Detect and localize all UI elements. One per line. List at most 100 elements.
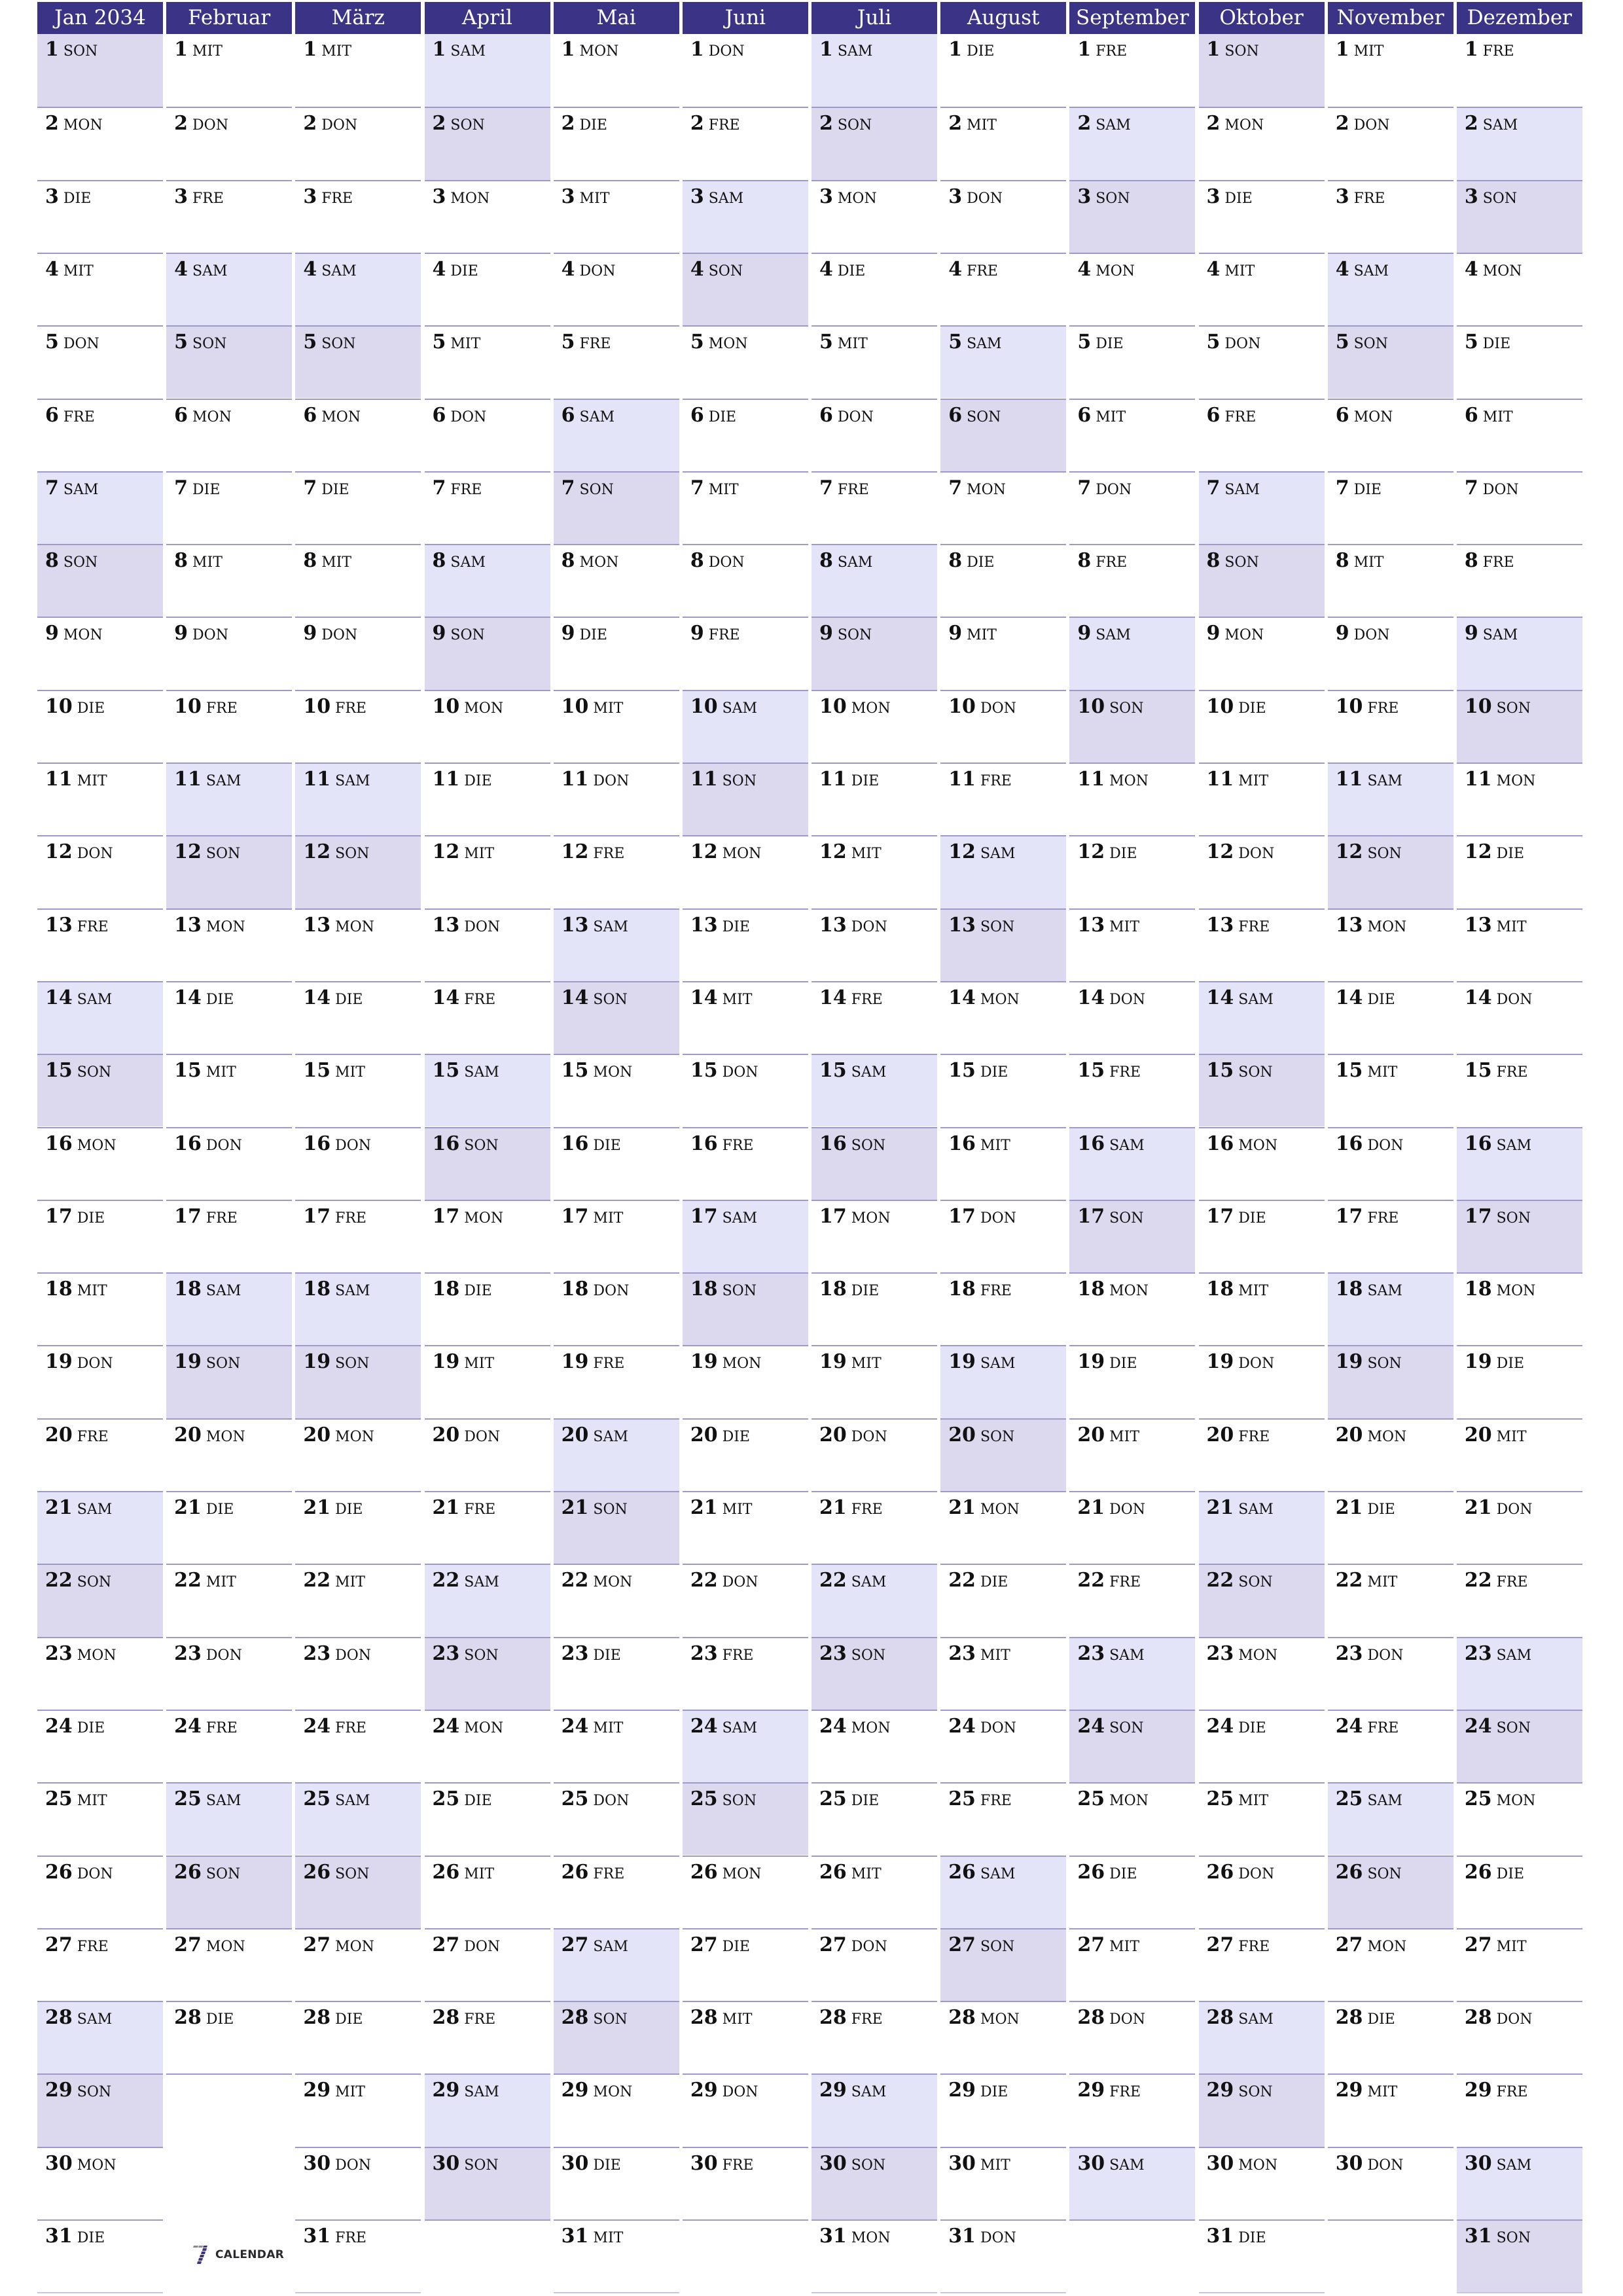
weekday-abbr: MON (1238, 1137, 1278, 1154)
day-number: 3 (1077, 185, 1092, 208)
day-number: 28 (561, 2006, 589, 2030)
day-cell: 30 MON (37, 2146, 163, 2219)
day-cell: 16 SAM (1069, 1126, 1196, 1200)
day-label: 2 DON (174, 112, 228, 135)
day-cell: 14 DON (1069, 980, 1196, 1054)
weekday-abbr: SAM (593, 918, 628, 935)
day-label: 16 DON (1336, 1132, 1404, 1155)
weekday-abbr: MON (579, 554, 619, 571)
day-number: 29 (303, 2079, 331, 2102)
day-number: 26 (819, 1860, 847, 1884)
day-number: 10 (432, 694, 460, 718)
weekday-abbr: SON (1224, 554, 1259, 571)
day-number: 1 (1335, 38, 1349, 61)
day-label: 28 FRE (433, 2006, 496, 2029)
day-number: 22 (1077, 1569, 1105, 1592)
day-cell: 4 MIT (37, 252, 163, 326)
day-cell: 10 FRE (1327, 689, 1454, 762)
weekday-abbr: DIE (464, 1283, 492, 1300)
day-cell: 23 DON (1327, 1636, 1454, 1710)
weekday-abbr: FRE (450, 481, 482, 498)
weekday-abbr: DIE (579, 117, 607, 134)
day-cell: 14 FRE (424, 980, 550, 1054)
weekday-abbr: SON (837, 627, 872, 644)
day-cell: 23 DIE (553, 1636, 679, 1710)
weekday-abbr: MON (450, 190, 490, 207)
day-label: 12 MON (690, 840, 762, 863)
day-cell: 5 DIE (1069, 325, 1196, 399)
weekday-abbr: DON (1367, 1137, 1404, 1154)
weekday-abbr: DIE (1353, 481, 1382, 498)
day-number: 28 (432, 2006, 460, 2030)
day-label: 17 DON (948, 1205, 1016, 1228)
day-number: 11 (174, 768, 202, 791)
day-number: 13 (1206, 913, 1234, 937)
weekday-abbr: MIT (77, 1793, 107, 1810)
day-label: 29 DON (690, 2079, 758, 2102)
weekday-abbr: DON (837, 408, 874, 425)
day-number: 10 (948, 694, 976, 718)
weekday-abbr: SAM (1353, 262, 1389, 279)
day-label: 23 DIE (562, 1642, 621, 1665)
day-number: 20 (1464, 1423, 1492, 1446)
day-label: 24 FRE (303, 1715, 366, 1738)
day-label: 20 MON (1336, 1424, 1407, 1446)
day-label: 15 SON (1207, 1059, 1273, 1082)
day-label: 5 DON (1207, 331, 1261, 353)
day-label: 16 DON (303, 1132, 371, 1155)
day-number: 12 (45, 840, 73, 864)
day-label: 11 DIE (433, 768, 492, 791)
day-cell: 24 MON (812, 1709, 938, 1783)
weekday-abbr: SAM (837, 554, 873, 571)
day-label: 12 DIE (1077, 840, 1137, 863)
weekday-abbr: MIT (1096, 408, 1126, 425)
weekday-abbr: SAM (205, 773, 241, 789)
weekday-abbr: SON (450, 627, 485, 644)
day-cell: 17 MON (812, 1199, 938, 1273)
weekday-abbr: MIT (1238, 1283, 1269, 1300)
weekday-abbr: SAM (722, 700, 758, 717)
day-number: 8 (948, 549, 963, 573)
day-label: 7 DIE (174, 476, 220, 499)
day-cell: 30 MIT (940, 2146, 1067, 2219)
day-label: 8 DIE (948, 549, 994, 572)
day-number: 20 (45, 1423, 73, 1446)
day-cell: 21 DIE (166, 1491, 293, 1564)
weekday-abbr: SON (335, 846, 370, 863)
day-label: 18 MIT (1207, 1278, 1269, 1300)
day-cell: 16 MIT (940, 1126, 1067, 1200)
weekday-abbr: MIT (980, 2157, 1010, 2174)
day-number: 16 (1335, 1132, 1363, 1155)
weekday-abbr: DIE (205, 991, 234, 1008)
day-number: 13 (690, 913, 718, 937)
day-cell: 19 SAM (940, 1345, 1067, 1418)
day-cell: 5 DIE (1456, 325, 1582, 399)
weekday-abbr: SON (1496, 1210, 1531, 1227)
weekday-abbr: SAM (335, 773, 370, 789)
empty-day-cell (166, 2073, 293, 2147)
day-number: 13 (1335, 913, 1363, 937)
weekday-abbr: MIT (77, 1283, 107, 1300)
day-label: 2 MIT (948, 112, 997, 135)
weekday-abbr: DON (192, 117, 228, 134)
weekday-abbr: FRE (335, 700, 366, 717)
day-cell: 15 MIT (166, 1054, 293, 1127)
day-label: 28 DIE (174, 2006, 234, 2029)
day-number: 20 (174, 1423, 202, 1446)
month-column-jan: Jan 2034 1 SON 2 MON 3 DIE 4 MIT 5 DON 6 FRE 7 SAM 8 SON… (37, 2, 163, 2294)
day-number: 19 (174, 1350, 202, 1374)
day-number: 6 (1335, 403, 1349, 427)
day-label: 12 MIT (819, 840, 882, 863)
day-cell: 17 MIT (553, 1199, 679, 1273)
day-label: 1 DIE (948, 38, 994, 61)
weekday-abbr: MIT (1238, 1793, 1269, 1810)
weekday-abbr: DON (967, 190, 1003, 207)
day-number: 4 (1077, 257, 1092, 281)
day-number: 19 (819, 1350, 847, 1374)
day-number: 25 (1335, 1787, 1363, 1811)
day-label: 10 FRE (1336, 695, 1399, 718)
day-number: 17 (1335, 1204, 1363, 1228)
day-number: 27 (432, 1933, 460, 1956)
weekday-abbr: DON (1224, 336, 1261, 353)
day-number: 12 (174, 840, 202, 864)
